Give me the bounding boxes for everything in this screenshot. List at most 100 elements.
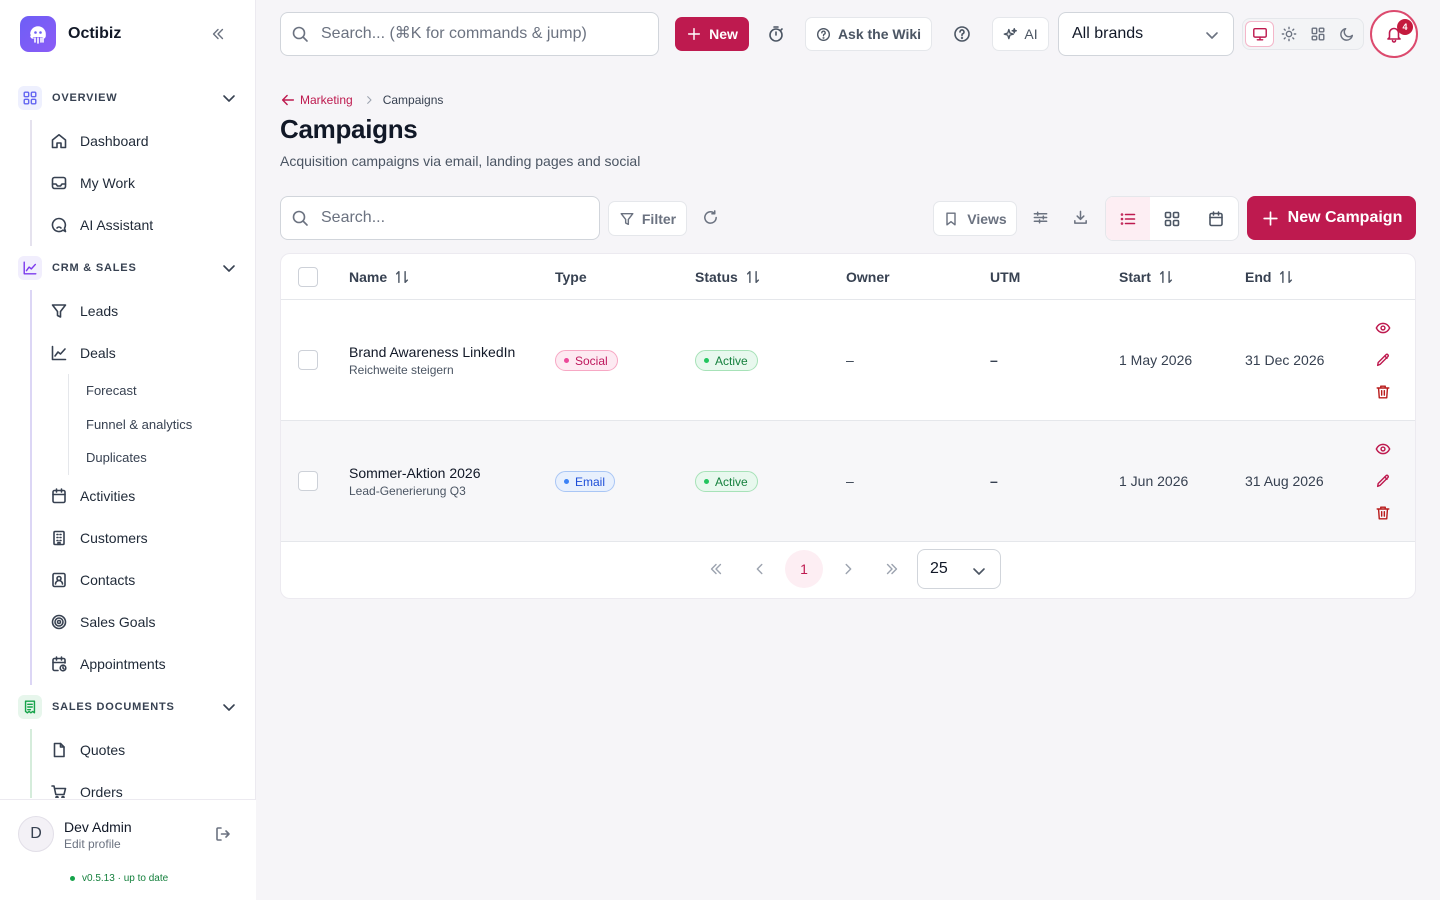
chart-line-icon bbox=[18, 256, 42, 280]
campaign-subtitle: Reichweite steigern bbox=[349, 363, 454, 377]
logout-icon[interactable] bbox=[214, 825, 232, 843]
column-header-name[interactable]: Name bbox=[349, 269, 410, 285]
crm-group: Leads Deals Forecast Funnel & analytics … bbox=[30, 290, 256, 685]
badge-dot bbox=[564, 358, 569, 363]
column-header-status[interactable]: Status bbox=[695, 269, 761, 285]
sidebar-item-leads[interactable]: Leads bbox=[30, 290, 256, 332]
sidebar-item-contacts[interactable]: Contacts bbox=[30, 559, 256, 601]
campaign-name[interactable]: Sommer-Aktion 2026 bbox=[349, 465, 481, 481]
column-label: UTM bbox=[990, 269, 1021, 285]
next-page-icon[interactable] bbox=[829, 550, 867, 588]
select-all-checkbox[interactable] bbox=[298, 267, 318, 287]
section-sales-documents[interactable]: SALES DOCUMENTS bbox=[0, 685, 256, 729]
sort-icon bbox=[1280, 270, 1293, 284]
sidebar-subitem-funnel-analytics[interactable]: Funnel & analytics bbox=[68, 408, 256, 442]
sliders-icon[interactable] bbox=[1032, 209, 1049, 226]
column-header-end[interactable]: End bbox=[1245, 269, 1294, 285]
sidebar-item-orders[interactable]: Orders bbox=[30, 771, 256, 798]
sidebar-item-dashboard[interactable]: Dashboard bbox=[30, 120, 256, 162]
sidebar-item-label: Quotes bbox=[80, 741, 126, 758]
row-checkbox[interactable] bbox=[298, 471, 318, 491]
moon-icon[interactable] bbox=[1332, 21, 1361, 47]
edit-pencil-icon[interactable] bbox=[1375, 352, 1391, 368]
prev-page-icon[interactable] bbox=[741, 550, 779, 588]
sun-icon[interactable] bbox=[1274, 21, 1303, 47]
chat-search-icon bbox=[50, 216, 68, 234]
views-button[interactable]: Views bbox=[933, 201, 1017, 236]
new-button[interactable]: New bbox=[675, 17, 749, 51]
last-page-icon[interactable] bbox=[873, 550, 911, 588]
refresh-icon[interactable] bbox=[702, 209, 719, 226]
overview-group: Dashboard My Work AI Assistant bbox=[30, 120, 256, 246]
start-cell: 1 Jun 2026 bbox=[1119, 473, 1189, 489]
sidebar-subitem-duplicates[interactable]: Duplicates bbox=[68, 441, 256, 475]
sidebar-item-label: Dashboard bbox=[80, 133, 149, 149]
list-view-icon[interactable] bbox=[1106, 197, 1150, 240]
column-header-start[interactable]: Start bbox=[1119, 269, 1174, 285]
ai-button[interactable]: AI bbox=[992, 17, 1049, 51]
filter-label: Filter bbox=[641, 210, 677, 227]
global-search-input[interactable] bbox=[321, 25, 641, 43]
monitor-icon[interactable] bbox=[1245, 21, 1274, 47]
view-eye-icon[interactable] bbox=[1375, 320, 1391, 336]
edit-pencil-icon[interactable] bbox=[1375, 473, 1391, 489]
breadcrumb-back-link[interactable]: Marketing bbox=[280, 92, 353, 108]
filter-button[interactable]: Filter bbox=[608, 201, 687, 236]
new-campaign-button[interactable]: New Campaign bbox=[1247, 196, 1416, 240]
brand-select[interactable]: All brands bbox=[1058, 12, 1234, 56]
column-header-type: Type bbox=[555, 269, 587, 285]
timer-icon[interactable] bbox=[767, 25, 785, 43]
owner-cell: – bbox=[846, 352, 854, 368]
delete-trash-icon[interactable] bbox=[1375, 384, 1391, 400]
cart-icon bbox=[50, 783, 68, 798]
collapse-sidebar-icon[interactable] bbox=[210, 26, 226, 42]
page-number-current[interactable]: 1 bbox=[785, 550, 823, 588]
chevron-down-icon bbox=[220, 259, 238, 277]
column-label: Type bbox=[555, 269, 587, 285]
download-icon[interactable] bbox=[1072, 209, 1089, 226]
badge-dot bbox=[704, 358, 709, 363]
sidebar-item-activities[interactable]: Activities bbox=[30, 475, 256, 517]
sidebar-nav: OVERVIEW Dashboard My Work AI Assistant … bbox=[0, 76, 256, 798]
table-row[interactable]: Brand Awareness LinkedIn Reichweite stei… bbox=[281, 300, 1415, 421]
calendar-view-icon[interactable] bbox=[1194, 197, 1238, 240]
campaign-search[interactable] bbox=[280, 196, 600, 240]
campaign-search-input[interactable] bbox=[321, 209, 581, 227]
brand[interactable]: Octibiz bbox=[20, 16, 121, 52]
chevron-right-icon bbox=[363, 94, 375, 106]
edit-profile-link[interactable]: Edit profile bbox=[64, 837, 121, 851]
sidebar-item-customers[interactable]: Customers bbox=[30, 517, 256, 559]
sidebar-item-label: Contacts bbox=[80, 571, 136, 588]
type-badge: Email bbox=[555, 471, 616, 492]
global-search[interactable] bbox=[280, 12, 659, 56]
documents-group: Quotes Orders bbox=[30, 728, 256, 798]
section-crm-sales[interactable]: CRM & SALES bbox=[0, 246, 256, 290]
delete-trash-icon[interactable] bbox=[1375, 505, 1391, 521]
sidebar-item-deals[interactable]: Deals bbox=[30, 332, 256, 374]
layout-icon[interactable] bbox=[1303, 21, 1332, 47]
grid-view-icon[interactable] bbox=[1150, 197, 1194, 240]
section-overview[interactable]: OVERVIEW bbox=[0, 76, 256, 120]
pagination: 1 25 bbox=[281, 542, 1415, 598]
sidebar-item-label: AI Assistant bbox=[80, 217, 154, 233]
per-page-select[interactable]: 25 bbox=[917, 549, 1001, 589]
sidebar-item-ai-assistant[interactable]: AI Assistant bbox=[30, 204, 256, 246]
views-label: Views bbox=[967, 210, 1007, 227]
home-icon bbox=[50, 132, 68, 150]
campaign-name[interactable]: Brand Awareness LinkedIn bbox=[349, 344, 515, 360]
sidebar-item-my-work[interactable]: My Work bbox=[30, 162, 256, 204]
view-eye-icon[interactable] bbox=[1375, 441, 1391, 457]
row-checkbox[interactable] bbox=[298, 350, 318, 370]
first-page-icon[interactable] bbox=[697, 550, 735, 588]
sidebar-item-appointments[interactable]: Appointments bbox=[30, 643, 256, 685]
sidebar-subitem-forecast[interactable]: Forecast bbox=[68, 374, 256, 408]
sidebar-item-quotes[interactable]: Quotes bbox=[30, 729, 256, 771]
notifications-button[interactable]: 4 bbox=[1370, 10, 1418, 58]
sidebar-item-sales-goals[interactable]: Sales Goals bbox=[30, 601, 256, 643]
type-label: Social bbox=[575, 353, 608, 368]
avatar[interactable]: D bbox=[18, 816, 54, 852]
help-icon[interactable] bbox=[953, 25, 971, 43]
theme-switcher bbox=[1242, 18, 1364, 50]
table-row[interactable]: Sommer-Aktion 2026 Lead-Generierung Q3 E… bbox=[281, 421, 1415, 542]
ask-wiki-button[interactable]: Ask the Wiki bbox=[805, 17, 932, 51]
